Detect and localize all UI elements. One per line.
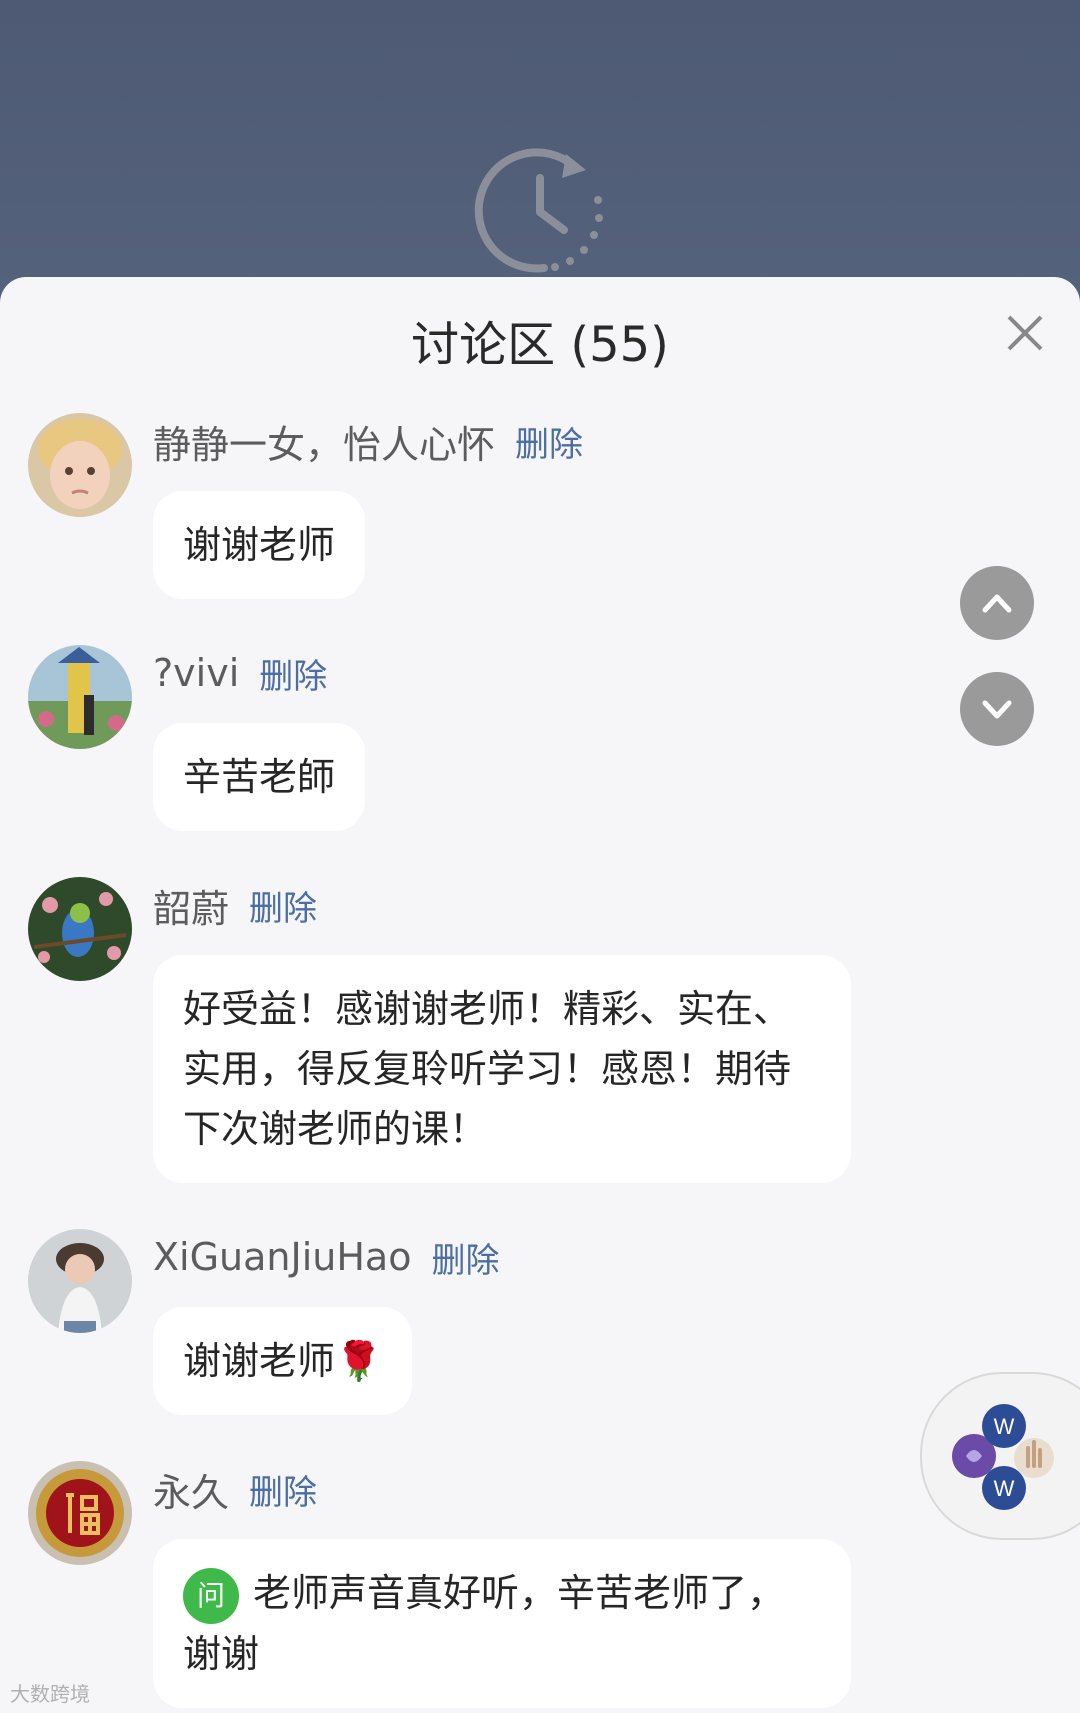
delete-link[interactable]: 删除 [431, 1233, 499, 1282]
replay-clock-icon[interactable] [474, 140, 614, 280]
comment-author[interactable]: 韶蔚 [153, 878, 229, 933]
scroll-up-button[interactable] [960, 566, 1034, 640]
question-badge: 问 [183, 1567, 239, 1624]
delete-link[interactable]: 删除 [249, 881, 317, 930]
delete-link[interactable]: 删除 [249, 1465, 317, 1514]
close-icon[interactable] [1005, 313, 1045, 353]
svg-text:W: W [994, 1476, 1015, 1501]
comment-item: ?vivi 删除 辛苦老師 [0, 645, 1080, 831]
comment-bubble: 谢谢老师🌹 [153, 1307, 413, 1415]
child-portrait-avatar[interactable] [28, 413, 132, 517]
panel-title: 讨论区 (55) [411, 317, 669, 373]
windmill-garden-avatar[interactable] [28, 645, 132, 749]
delete-link[interactable]: 删除 [515, 417, 583, 466]
comment-bubble: 辛苦老師 [153, 723, 366, 831]
comment-bubble: 问老师声音真好听，辛苦老师了，谢谢 [153, 1539, 851, 1708]
comment-author[interactable]: ?vivi [153, 651, 239, 695]
comment-bubble: 谢谢老师 [153, 491, 366, 599]
delete-link[interactable]: 删除 [259, 649, 327, 698]
comment-author[interactable]: XiGuanJiuHao [153, 1235, 411, 1279]
scroll-down-button[interactable] [960, 672, 1034, 746]
comment-list: 静静一女，怡人心怀 删除 谢谢老师 ?vivi 删除 辛苦老師 韶蔚 删除 好受… [0, 413, 1080, 1713]
watermark: 大数跨境 [10, 1682, 90, 1706]
svg-text:W: W [994, 1414, 1015, 1439]
fu-character-avatar[interactable] [28, 1461, 132, 1565]
comment-item: 静静一女，怡人心怀 删除 谢谢老师 [0, 413, 1080, 599]
comment-text: 老师声音真好听，辛苦老师了，谢谢 [183, 1571, 786, 1676]
app-floating-widget-icon: W W [952, 1404, 1054, 1510]
floating-app-widget[interactable]: W W [920, 1372, 1080, 1540]
comment-item: 韶蔚 删除 好受益！感谢谢老师！精彩、实在、实用，得反复聆听学习！感恩！期待下次… [0, 877, 1080, 1183]
discussion-panel: 讨论区 (55) 静静一女，怡人心怀 删除 谢谢老师 ?vivi 删除 辛苦老師… [0, 277, 1080, 1713]
comment-author[interactable]: 永久 [153, 1462, 229, 1517]
parrot-blossom-avatar[interactable] [28, 877, 132, 981]
comment-item: 永久 删除 问老师声音真好听，辛苦老师了，谢谢 [0, 1461, 1080, 1708]
woman-portrait-avatar[interactable] [28, 1229, 132, 1333]
comment-author[interactable]: 静静一女，怡人心怀 [153, 414, 495, 469]
chevron-up-icon [982, 594, 1012, 613]
chevron-down-icon [982, 700, 1012, 719]
comment-bubble: 好受益！感谢谢老师！精彩、实在、实用，得反复聆听学习！感恩！期待下次谢老师的课！ [153, 955, 851, 1183]
comment-item: XiGuanJiuHao 删除 谢谢老师🌹 [0, 1229, 1080, 1415]
